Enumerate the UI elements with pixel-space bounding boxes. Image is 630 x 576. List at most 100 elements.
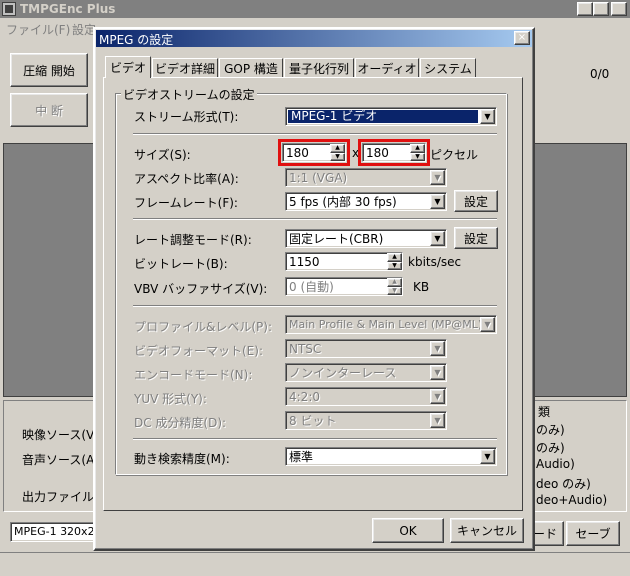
width-value: 180 (286, 145, 309, 160)
chevron-down-icon[interactable]: ▼ (430, 389, 445, 404)
tab-gop[interactable]: GOP 構造 (219, 58, 283, 78)
height-value: 180 (366, 145, 389, 160)
dialog-title-bar: MPEG の設定 × (96, 30, 532, 47)
divider (133, 133, 497, 135)
motion-value: 標準 (289, 450, 314, 464)
chevron-down-icon[interactable]: ▼ (430, 341, 445, 356)
vbv-unit: KB (413, 280, 430, 294)
tab-audio[interactable]: オーディオ (355, 58, 419, 78)
tab-video[interactable]: ビデオ (105, 56, 151, 78)
bitrate-spinner[interactable]: 1150 ▲ ▼ (285, 252, 403, 271)
chevron-down-icon[interactable]: ▼ (430, 231, 445, 246)
spin-up-icon[interactable]: ▲ (330, 144, 345, 153)
bitrate-unit: kbits/sec (408, 255, 462, 269)
vbv-label: VBV バッファサイズ(V): (134, 282, 268, 296)
size-unit: ピクセル (430, 148, 479, 162)
stream-type-option[interactable]: deo のみ) (536, 475, 591, 492)
chevron-down-icon[interactable]: ▼ (480, 317, 495, 332)
video-format-value: NTSC (289, 341, 322, 356)
video-format-select[interactable]: NTSC ▼ (285, 339, 447, 358)
profile-select[interactable]: Main Profile & Main Level (MP@ML) ▼ (285, 315, 497, 334)
main-window-title: TMPGEnc Plus (20, 2, 116, 16)
stream-type-option[interactable]: のみ) (536, 439, 565, 456)
yuv-label: YUV 形式(Y): (134, 392, 207, 406)
chevron-down-icon[interactable]: ▼ (430, 365, 445, 380)
divider (133, 438, 497, 440)
app-icon (2, 2, 16, 16)
dc-select[interactable]: 8 ビット ▼ (285, 411, 447, 430)
tab-system[interactable]: システム (420, 58, 476, 78)
stream-format-select[interactable]: MPEG-1 ビデオ ▼ (285, 107, 497, 126)
rate-mode-select[interactable]: 固定レート(CBR) ▼ (285, 229, 447, 248)
vbv-value: 0 (自動) (289, 280, 334, 294)
chevron-down-icon[interactable]: ▼ (430, 194, 445, 209)
maximize-button[interactable]: □ (593, 2, 609, 16)
rate-mode-value: 固定レート(CBR) (289, 232, 384, 246)
video-format-label: ビデオフォーマット(E): (134, 344, 263, 358)
ok-button[interactable]: OK (372, 518, 444, 543)
video-source-label: 映像ソース(V) (22, 428, 99, 442)
dc-label: DC 成分精度(D): (134, 416, 227, 430)
motion-label: 動き検索精度(M): (134, 452, 230, 466)
profile-label: プロファイル&レベル(P): (134, 320, 273, 334)
encode-mode-select[interactable]: ノンインターレース ▼ (285, 363, 447, 382)
stream-type-title: 類 (538, 405, 551, 419)
vbv-spinner[interactable]: 0 (自動) ▲ ▼ (285, 277, 403, 296)
chevron-down-icon[interactable]: ▼ (480, 449, 495, 464)
rate-mode-settings-button[interactable]: 設定 (454, 227, 498, 249)
save-button[interactable]: セーブ (566, 521, 620, 546)
aspect-label: アスペクト比率(A): (134, 172, 239, 186)
frame-rate-label: フレームレート(F): (134, 196, 238, 210)
status-bar (0, 552, 630, 576)
minimize-button[interactable]: _ (577, 2, 593, 16)
width-spinner[interactable]: 180 ▲ ▼ (282, 143, 346, 162)
height-spinner[interactable]: 180 ▲ ▼ (362, 143, 426, 162)
mpeg-settings-dialog: MPEG の設定 × ビデオ ビデオ詳細 GOP 構造 量子化行列 オーディオ … (93, 27, 535, 551)
spin-up-icon[interactable]: ▲ (387, 278, 402, 287)
motion-select[interactable]: 標準 ▼ (285, 447, 497, 466)
divider (133, 218, 497, 220)
close-button[interactable]: × (611, 2, 627, 16)
aspect-select[interactable]: 1:1 (VGA) ▼ (285, 168, 447, 187)
spin-down-icon[interactable]: ▼ (387, 286, 402, 295)
dialog-close-button[interactable]: × (514, 31, 530, 45)
bitrate-value: 1150 (289, 254, 320, 269)
stream-format-value: MPEG-1 ビデオ (291, 110, 378, 123)
encode-start-button[interactable]: 圧縮 開始 (10, 53, 88, 87)
stream-type-option[interactable]: のみ) (536, 421, 565, 438)
cancel-button[interactable]: キャンセル (450, 518, 524, 543)
stream-type-option[interactable]: deo+Audio) (536, 493, 607, 507)
divider (133, 305, 497, 307)
rate-mode-label: レート調整モード(R): (134, 233, 252, 247)
main-title-bar: TMPGEnc Plus _ □ × (0, 0, 630, 18)
frame-rate-value: 5 fps (内部 30 fps) (289, 195, 397, 209)
menu-file[interactable]: ファイル(F) (6, 21, 70, 38)
bitrate-label: ビットレート(B): (134, 257, 228, 271)
group-title: ビデオストリームの設定 (121, 86, 257, 103)
chevron-down-icon[interactable]: ▼ (430, 413, 445, 428)
progress-count: 0/0 (590, 67, 610, 81)
frame-rate-select[interactable]: 5 fps (内部 30 fps) ▼ (285, 192, 447, 211)
profile-value: Main Profile & Main Level (MP@ML) (289, 318, 480, 331)
spin-up-icon[interactable]: ▲ (410, 144, 425, 153)
stream-type-option[interactable]: Audio) (536, 457, 575, 471)
encode-mode-label: エンコードモード(N): (134, 368, 253, 382)
spin-down-icon[interactable]: ▼ (410, 152, 425, 161)
spin-up-icon[interactable]: ▲ (387, 253, 402, 262)
spin-down-icon[interactable]: ▼ (387, 261, 402, 270)
yuv-value: 4:2:0 (289, 389, 320, 404)
encode-mode-value: ノンインターレース (289, 366, 397, 380)
format-status-field: MPEG-1 320x24 (10, 522, 98, 542)
size-label: サイズ(S): (134, 148, 191, 162)
tab-quantize-matrix[interactable]: 量子化行列 (284, 58, 354, 78)
yuv-select[interactable]: 4:2:0 ▼ (285, 387, 447, 406)
spin-down-icon[interactable]: ▼ (330, 152, 345, 161)
dc-value: 8 ビット (289, 414, 337, 428)
audio-source-label: 音声ソース(A) (22, 453, 99, 467)
frame-rate-settings-button[interactable]: 設定 (454, 190, 498, 212)
stop-button[interactable]: 中 断 (10, 93, 88, 127)
chevron-down-icon[interactable]: ▼ (480, 109, 495, 124)
tab-video-detail[interactable]: ビデオ詳細 (152, 58, 218, 78)
chevron-down-icon[interactable]: ▼ (430, 170, 445, 185)
aspect-value: 1:1 (VGA) (289, 170, 348, 185)
